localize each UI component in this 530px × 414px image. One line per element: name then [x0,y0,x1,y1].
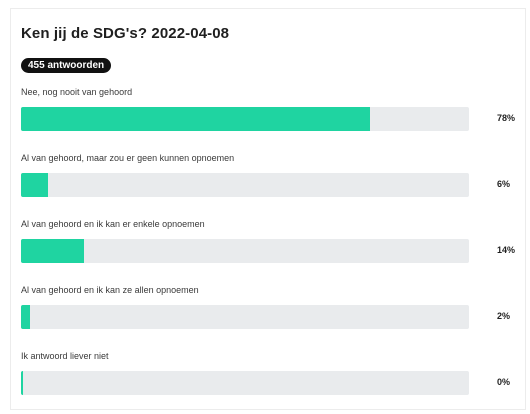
poll-title: Ken jij de SDG's? 2022-04-08 [21,25,230,42]
option-label: Ik antwoord liever niet [21,351,109,361]
result-bar-fill [21,371,23,395]
option-percent: 14% [497,245,516,255]
result-bar-track [21,305,469,329]
option-percent: 6% [497,179,511,189]
result-bar-track [21,107,469,131]
poll-option: Al van gehoord, maar zou er geen kunnen … [21,153,518,213]
result-bar-track [21,173,469,197]
result-bar-fill [21,305,30,329]
poll-option: Al van gehoord en ik kan er enkele opnoe… [21,219,518,279]
option-percent: 78% [497,113,516,123]
poll-option: Ik antwoord liever niet 0% [21,351,518,411]
poll-option: Nee, nog nooit van gehoord 78% [21,87,518,147]
result-bar-fill [21,173,48,197]
option-label: Nee, nog nooit van gehoord [21,87,133,97]
option-label: Al van gehoord en ik kan er enkele opnoe… [21,219,205,229]
result-bar-fill [21,107,371,131]
result-bar-track [21,371,469,395]
option-percent: 2% [497,311,511,321]
poll-option: Al van gehoord en ik kan ze allen opnoem… [21,285,518,345]
option-label: Al van gehoord, maar zou er geen kunnen … [21,153,235,163]
result-bar-fill [21,239,84,263]
response-count-badge: 455 antwoorden [21,58,112,73]
option-label: Al van gehoord en ik kan ze allen opnoem… [21,285,199,295]
option-percent: 0% [497,377,511,387]
result-bar-track [21,239,469,263]
